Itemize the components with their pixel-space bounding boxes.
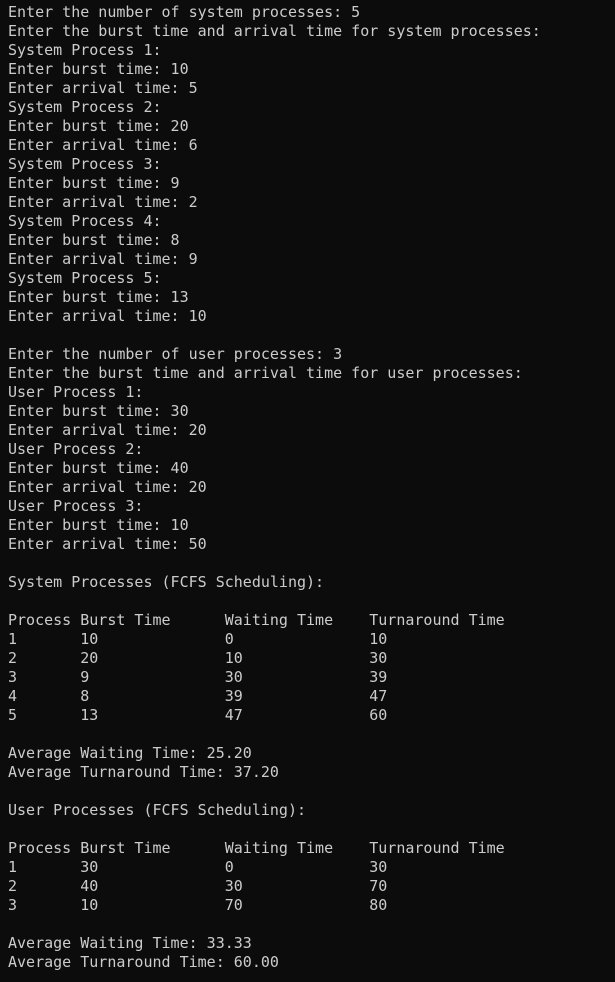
terminal-line: 2 20 10 30 — [8, 649, 388, 667]
terminal-line: 3 9 30 39 — [8, 668, 388, 686]
terminal-line: Enter arrival time: 2 — [8, 193, 198, 211]
terminal-line: User Processes (FCFS Scheduling): — [8, 801, 307, 819]
terminal-line: System Process 5: — [8, 269, 162, 287]
terminal-line: Enter arrival time: 5 — [8, 79, 198, 97]
terminal-line: Enter burst time: 8 — [8, 231, 180, 249]
terminal-line: Enter burst time: 13 — [8, 288, 189, 306]
terminal-line: System Process 1: — [8, 41, 162, 59]
terminal-line: System Process 2: — [8, 98, 162, 116]
terminal-line: System Process 3: — [8, 155, 162, 173]
terminal-line: System Processes (FCFS Scheduling): — [8, 573, 325, 591]
terminal-line: Enter the number of system processes: 5 — [8, 3, 361, 21]
terminal-line: Enter burst time: 30 — [8, 402, 189, 420]
terminal-line: 1 10 0 10 — [8, 630, 388, 648]
terminal-line: Enter arrival time: 9 — [8, 250, 198, 268]
terminal-window[interactable]: Enter the number of system processes: 5 … — [0, 0, 615, 982]
terminal-line: 2 40 30 70 — [8, 877, 388, 895]
terminal-line: Enter burst time: 40 — [8, 459, 189, 477]
terminal-line: Process Burst Time Waiting Time Turnarou… — [8, 839, 505, 857]
terminal-line: Enter arrival time: 6 — [8, 136, 198, 154]
terminal-line: Enter burst time: 9 — [8, 174, 180, 192]
terminal-line: 1 30 0 30 — [8, 858, 388, 876]
terminal-line: Average Waiting Time: 33.33 — [8, 934, 252, 952]
terminal-line: User Process 2: — [8, 440, 144, 458]
terminal-line: Enter arrival time: 10 — [8, 307, 207, 325]
terminal-line: 3 10 70 80 — [8, 896, 388, 914]
terminal-line: System Process 4: — [8, 212, 162, 230]
terminal-line: Enter arrival time: 20 — [8, 478, 207, 496]
terminal-line: 5 13 47 60 — [8, 706, 388, 724]
terminal-line: Enter burst time: 20 — [8, 117, 189, 135]
terminal-line: Enter burst time: 10 — [8, 60, 189, 78]
terminal-line: User Process 1: — [8, 383, 144, 401]
terminal-line: Average Turnaround Time: 60.00 — [8, 953, 279, 971]
terminal-line: Enter the burst time and arrival time fo… — [8, 22, 541, 40]
terminal-line: Enter the number of user processes: 3 — [8, 345, 343, 363]
terminal-line: Enter arrival time: 50 — [8, 535, 207, 553]
terminal-line: Process Burst Time Waiting Time Turnarou… — [8, 611, 505, 629]
terminal-line: Enter arrival time: 20 — [8, 421, 207, 439]
terminal-line: 4 8 39 47 — [8, 687, 388, 705]
terminal-line: Average Waiting Time: 25.20 — [8, 744, 252, 762]
terminal-line: Enter burst time: 10 — [8, 516, 189, 534]
terminal-line: Average Turnaround Time: 37.20 — [8, 763, 279, 781]
terminal-line: User Process 3: — [8, 497, 144, 515]
terminal-line: Enter the burst time and arrival time fo… — [8, 364, 523, 382]
